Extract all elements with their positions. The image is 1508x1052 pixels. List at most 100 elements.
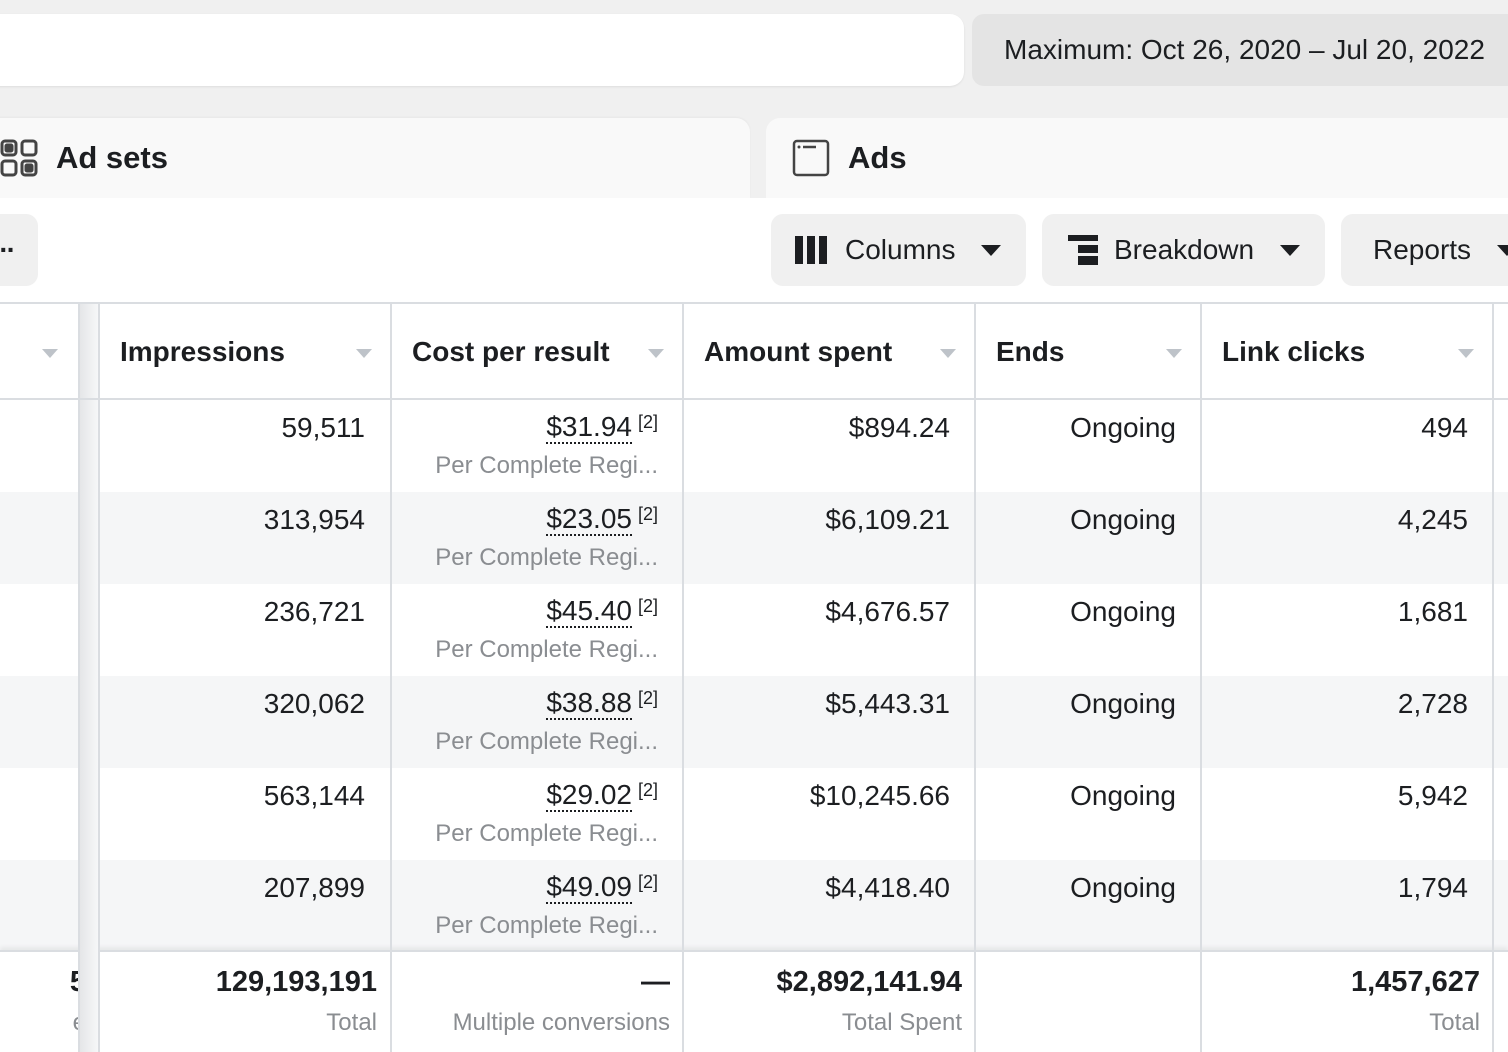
header-clipped-column[interactable]	[0, 304, 78, 400]
frozen-column-divider[interactable]	[78, 304, 100, 398]
link-clicks-cell: 5,942	[1397, 780, 1468, 811]
header-label: Ends	[996, 336, 1065, 367]
cost-per-result-total-label: Multiple conversions	[452, 1009, 670, 1036]
impressions-cell: 313,954	[263, 504, 365, 535]
table-row[interactable]: 207,899 $49.09 [2] Per Complete Regi... $…	[0, 860, 1508, 952]
amount-spent-total-label: Total Spent	[841, 1009, 962, 1036]
header-label: Impressions	[120, 336, 285, 367]
ends-cell: Ongoing	[1070, 872, 1176, 903]
more-options-button[interactable]: ··	[0, 214, 38, 286]
columns-icon	[795, 236, 829, 264]
table-row[interactable]: 563,144 $29.02 [2] Per Complete Regi... $…	[0, 768, 1508, 860]
cost-per-result-cell: $38.88 [2] Per Complete Regi...	[435, 687, 658, 756]
cost-per-result-cell: $29.02 [2] Per Complete Regi...	[435, 779, 658, 848]
header-amount-spent[interactable]: Amount spent	[684, 304, 974, 400]
frozen-column-divider[interactable]	[78, 304, 100, 1052]
chevron-down-icon	[1280, 244, 1301, 256]
reference-marker: [2]	[637, 688, 658, 708]
column-divider[interactable]	[1200, 304, 1202, 398]
column-divider[interactable]	[682, 304, 684, 398]
tab-ads[interactable]: Ads	[766, 118, 1508, 198]
amount-spent-cell: $894.24	[848, 412, 950, 443]
reference-marker: [2]	[637, 872, 658, 892]
cost-per-result-cell: $45.40 [2] Per Complete Regi...	[435, 595, 658, 664]
tab-ad-sets[interactable]: Ad sets	[0, 118, 750, 198]
result-type-label: Per Complete Regi...	[435, 544, 658, 571]
link-clicks-total-value: 1,457,627	[1350, 966, 1480, 998]
column-divider[interactable]	[1200, 304, 1202, 1052]
impressions-cell: 563,144	[263, 780, 365, 811]
header-label: Link clicks	[1222, 336, 1366, 367]
columns-label: Columns	[845, 234, 956, 265]
ends-cell: Ongoing	[1070, 596, 1176, 627]
column-divider[interactable]	[974, 304, 976, 1052]
ads-table: 59,511 $31.94 [2] Per Complete Regi... $8…	[0, 302, 1508, 1052]
ads-manager: Maximum: Oct 26, 2020 – Jul 20, 2022 Ad …	[0, 0, 1508, 1052]
table-row[interactable]: 320,062 $38.88 [2] Per Complete Regi... $…	[0, 676, 1508, 768]
header-label: Cost per result	[412, 336, 610, 367]
column-divider[interactable]	[1492, 304, 1494, 398]
ends-cell: Ongoing	[1070, 688, 1176, 719]
header-link-clicks[interactable]: Link clicks	[1202, 304, 1492, 400]
link-clicks-cell: 494	[1421, 412, 1468, 443]
result-type-label: Per Complete Regi...	[435, 728, 658, 755]
header-ends[interactable]: Ends	[976, 304, 1200, 400]
cost-per-result-value[interactable]: $45.40	[546, 595, 632, 628]
reference-marker: [2]	[637, 504, 658, 524]
impressions-total-cell: 129,193,191 Total	[216, 966, 377, 1037]
cost-per-result-value[interactable]: $23.05	[546, 503, 632, 536]
ends-cell: Ongoing	[1070, 412, 1176, 443]
result-type-label: Per Complete Regi...	[435, 636, 658, 663]
cost-per-result-value[interactable]: $49.09	[546, 871, 632, 904]
sort-caret-icon	[42, 349, 58, 358]
ad-window-icon	[792, 139, 830, 177]
amount-spent-total-value: $2,892,141.94	[776, 966, 962, 998]
header-cost-per-result[interactable]: Cost per result	[392, 304, 682, 400]
cost-per-result-cell: $49.09 [2] Per Complete Regi...	[435, 871, 658, 940]
link-clicks-total-label: Total	[1429, 1009, 1480, 1036]
column-divider[interactable]	[682, 304, 684, 1052]
reference-marker: [2]	[637, 780, 658, 800]
column-divider[interactable]	[390, 304, 392, 1052]
column-divider[interactable]	[390, 304, 392, 398]
table-row[interactable]: 59,511 $31.94 [2] Per Complete Regi... $8…	[0, 400, 1508, 492]
cost-per-result-value[interactable]: $38.88	[546, 687, 632, 720]
column-divider[interactable]	[974, 304, 976, 398]
cost-per-result-value[interactable]: $29.02	[546, 779, 632, 812]
columns-button[interactable]: Columns	[771, 214, 1026, 286]
breakdown-button[interactable]: Breakdown	[1042, 214, 1325, 286]
link-clicks-cell: 1,794	[1397, 872, 1468, 903]
table-row[interactable]: 313,954 $23.05 [2] Per Complete Regi... $…	[0, 492, 1508, 584]
result-type-label: Per Complete Regi...	[435, 820, 658, 847]
table-row[interactable]: 236,721 $45.40 [2] Per Complete Regi... $…	[0, 584, 1508, 676]
sort-caret-icon	[1458, 349, 1474, 358]
breakdown-icon	[1068, 235, 1098, 265]
search-filter-bar[interactable]	[0, 14, 964, 86]
totals-row: 5 e 129,193,191 Total — Multiple convers…	[0, 950, 1508, 1052]
cost-per-result-total-value: —	[641, 966, 670, 998]
impressions-cell: 59,511	[281, 412, 365, 443]
link-clicks-cell: 4,245	[1397, 504, 1468, 535]
tab-ads-label: Ads	[848, 140, 907, 175]
reference-marker: [2]	[637, 412, 658, 432]
sort-caret-icon	[1166, 349, 1182, 358]
reports-button[interactable]: Reports	[1341, 214, 1508, 286]
reference-marker: [2]	[637, 596, 658, 616]
link-clicks-cell: 1,681	[1397, 596, 1468, 627]
ends-cell: Ongoing	[1070, 780, 1176, 811]
column-divider[interactable]	[1492, 304, 1494, 1052]
impressions-cell: 207,899	[263, 872, 365, 903]
reports-label: Reports	[1373, 234, 1472, 265]
impressions-cell: 236,721	[263, 596, 365, 627]
chevron-down-icon	[1497, 244, 1508, 256]
chevron-down-icon	[981, 244, 1002, 256]
ad-sets-grid-icon	[0, 139, 38, 177]
table-header: Impressions Cost per result Amount spent…	[0, 304, 1508, 400]
result-type-label: Per Complete Regi...	[435, 452, 658, 479]
cost-per-result-value[interactable]: $31.94	[546, 411, 632, 444]
result-type-label: Per Complete Regi...	[435, 912, 658, 939]
sort-caret-icon	[356, 349, 372, 358]
date-range-picker[interactable]: Maximum: Oct 26, 2020 – Jul 20, 2022	[972, 14, 1508, 86]
header-impressions[interactable]: Impressions	[100, 304, 390, 400]
cost-per-result-total-cell: — Multiple conversions	[453, 966, 670, 1037]
